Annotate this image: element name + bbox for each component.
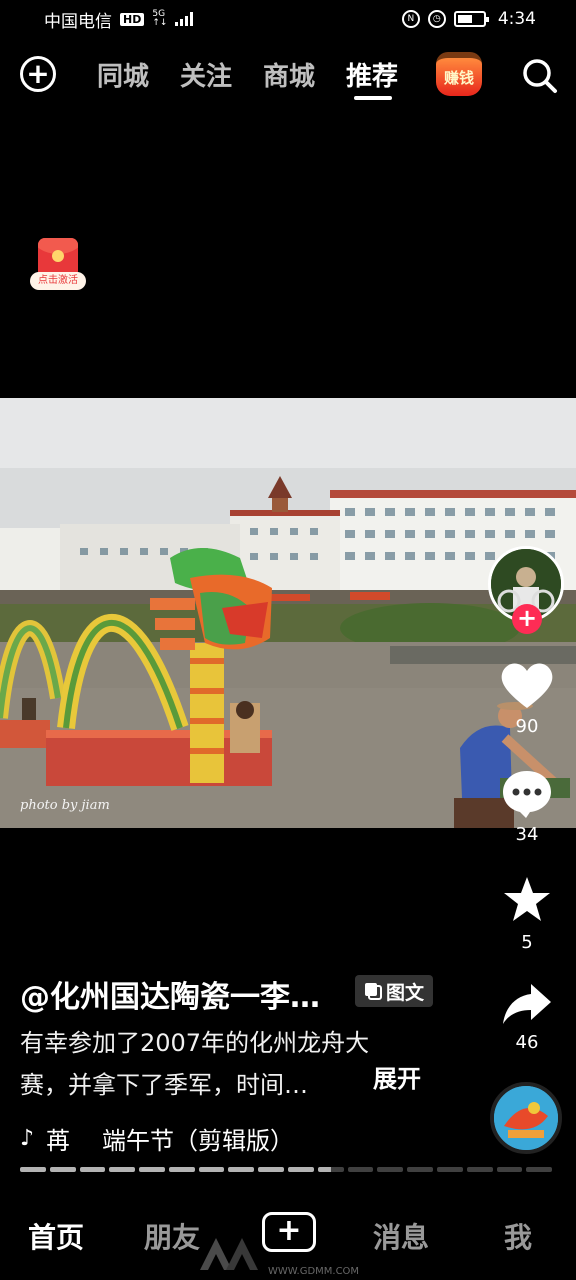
music-artist: 苒 — [46, 1127, 71, 1155]
top-nav: + 同城 关注 商城 推荐 赚钱 — [0, 50, 576, 100]
progress-segment — [288, 1167, 314, 1172]
star-icon — [504, 877, 550, 921]
progress-segment — [436, 1167, 463, 1172]
description-line-1: 有幸参加了2007年的化州龙舟大 — [20, 1029, 370, 1057]
progress-segment — [258, 1167, 285, 1172]
progress-segment — [49, 1167, 76, 1172]
nav-me[interactable]: 我 — [504, 1216, 532, 1256]
active-tab-indicator — [354, 96, 392, 100]
progress-segment — [228, 1167, 255, 1172]
music-title: 端午节（剪辑版） — [102, 1127, 295, 1155]
progress-segment — [317, 1167, 344, 1172]
share-count: 46 — [515, 1032, 539, 1053]
site-watermark: WWW.GDMM.COM — [196, 1230, 396, 1278]
music-note-icon: ♪ — [20, 1126, 35, 1151]
progress-segment — [466, 1167, 493, 1172]
earn-money-button[interactable]: 赚钱 — [436, 52, 482, 96]
video-frame[interactable]: photo by jiam — [0, 398, 576, 828]
progress-segment — [496, 1167, 523, 1172]
status-left: 中国电信 HD 5G ↑↓ — [44, 7, 194, 32]
network-label: 5G ↑↓ — [152, 9, 168, 28]
tab-following[interactable]: 关注 — [180, 56, 232, 93]
nav-home[interactable]: 首页 — [28, 1216, 84, 1256]
like-button[interactable]: 90 — [492, 660, 562, 737]
nav-friends[interactable]: 朋友 — [144, 1216, 200, 1256]
carrier-label: 中国电信 — [44, 11, 112, 32]
image-post-icon — [364, 983, 382, 1000]
nfc-icon: N — [401, 10, 420, 28]
post-type-label: 图文 — [385, 981, 424, 1004]
favorite-button[interactable]: 5 — [492, 874, 562, 953]
tab-mall[interactable]: 商城 — [263, 56, 315, 93]
author-name[interactable]: @化州国达陶瓷一李… — [20, 972, 320, 1016]
hd-badge: HD — [120, 12, 145, 26]
favorite-count: 5 — [521, 932, 533, 953]
progress-segment — [347, 1167, 374, 1172]
signal-icon — [175, 12, 194, 26]
music-disc[interactable] — [490, 1082, 562, 1154]
music-cover-icon — [494, 1086, 558, 1150]
status-bar: 中国电信 HD 5G ↑↓ N ◷ 4:34 — [0, 0, 576, 38]
search-icon[interactable] — [520, 56, 560, 96]
comment-button[interactable]: 34 — [492, 768, 562, 845]
progress-segment — [198, 1167, 225, 1172]
clock: 4:34 — [497, 9, 536, 29]
progress-segment — [79, 1167, 106, 1172]
progress-segment — [20, 1167, 46, 1172]
progress-segment — [377, 1167, 404, 1172]
progress-segment — [109, 1167, 136, 1172]
music-info[interactable]: ♪ 苒 端午节（剪辑版） — [20, 1121, 294, 1156]
follow-button[interactable]: + — [512, 604, 542, 634]
expand-button[interactable]: 展开 — [373, 1064, 421, 1094]
carousel-progress — [20, 1167, 553, 1172]
plus-circle-icon[interactable]: + — [20, 56, 56, 92]
progress-segment — [407, 1167, 433, 1172]
comment-icon — [503, 771, 551, 818]
alarm-icon: ◷ — [427, 10, 446, 28]
red-packet-widget[interactable]: 点击激活 — [30, 238, 86, 294]
tab-recommended[interactable]: 推荐 — [346, 56, 398, 93]
progress-segment — [139, 1167, 165, 1172]
share-arrow-icon — [503, 984, 551, 1024]
dragon-boat-photo — [0, 398, 576, 828]
post-type-badge: 图文 — [355, 975, 433, 1007]
site-watermark-text: WWW.GDMM.COM — [268, 1266, 359, 1277]
progress-segment — [526, 1167, 553, 1172]
photo-credit: photo by jiam — [20, 798, 110, 813]
earn-label: 赚钱 — [443, 68, 474, 87]
comment-count: 34 — [515, 824, 539, 845]
status-right: N ◷ 4:34 — [401, 9, 536, 29]
tab-same-city[interactable]: 同城 — [97, 56, 149, 93]
share-button[interactable]: 46 — [492, 982, 562, 1053]
progress-segment — [168, 1167, 195, 1172]
heart-icon — [501, 663, 553, 708]
battery-icon — [453, 11, 489, 27]
red-packet-label: 点击激活 — [30, 272, 86, 290]
like-count: 90 — [515, 716, 539, 737]
